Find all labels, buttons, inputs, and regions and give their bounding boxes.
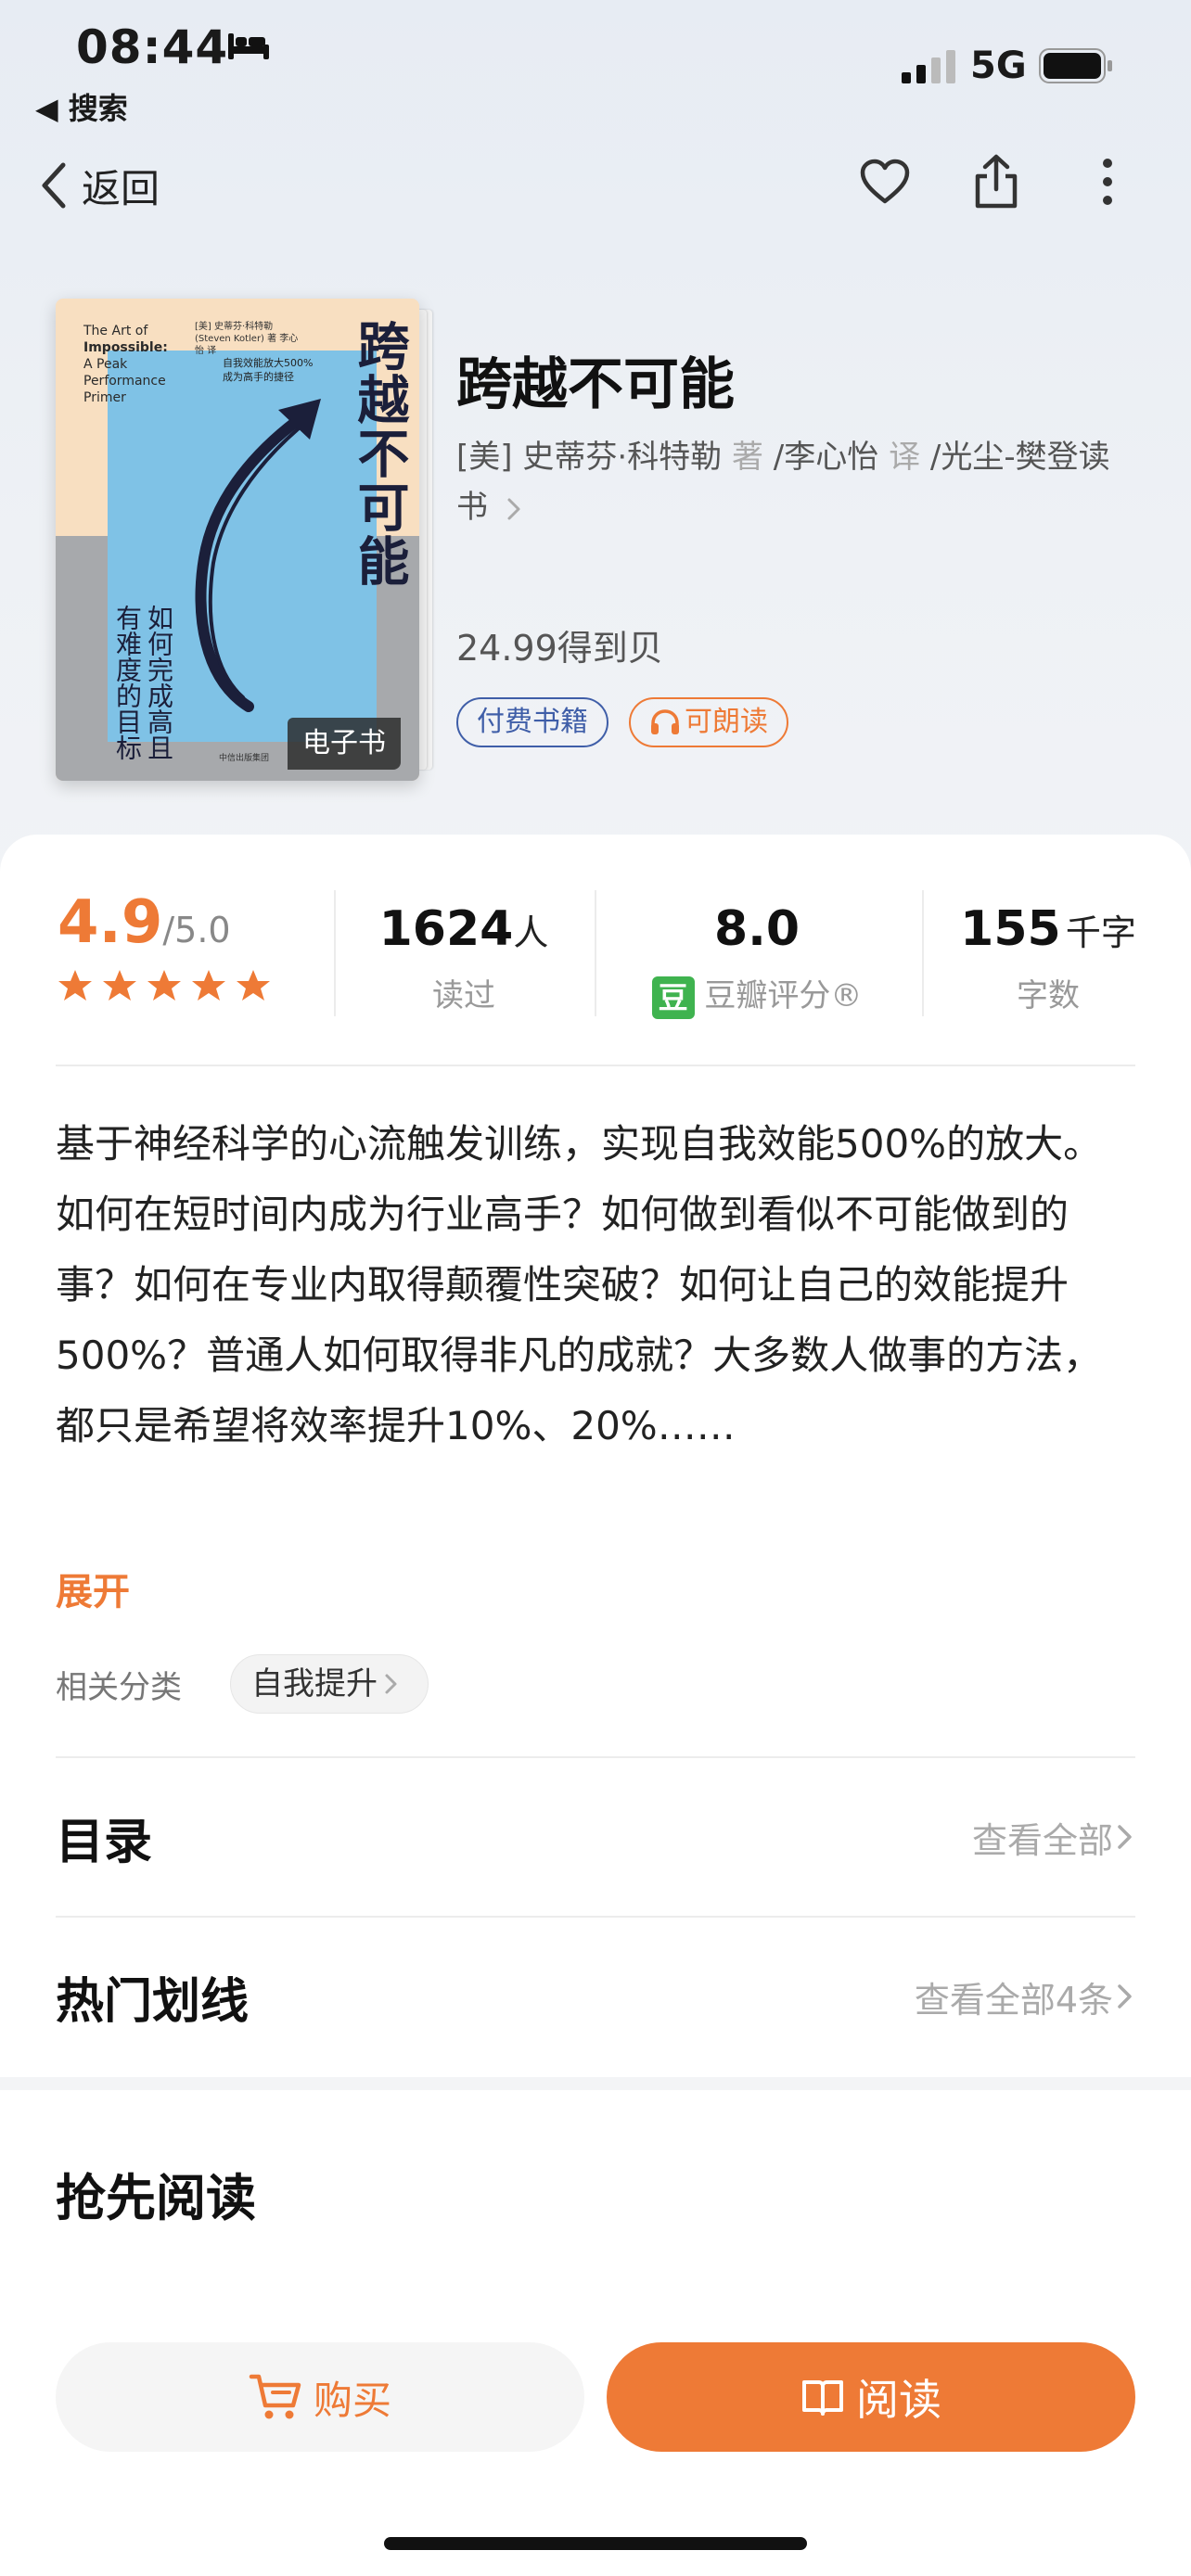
back-label: 返回 — [82, 165, 160, 211]
highlights-view-all-label: 查看全部4条 — [914, 1979, 1113, 2021]
author-role: 著 — [731, 439, 763, 476]
buy-label: 购买 — [313, 2377, 391, 2423]
douban-stat[interactable]: 8.0 豆 豆瓣评分® — [627, 888, 887, 1019]
open-book-icon — [802, 2380, 843, 2416]
word-unit: 千字 — [1065, 912, 1136, 953]
back-button[interactable]: 返回 — [37, 156, 160, 215]
network-type: 5G — [970, 45, 1027, 87]
words-label: 字数 — [1017, 977, 1080, 1014]
author-line[interactable]: [美] 史蒂芬·科特勒 著 /李心怡 译 /光尘-樊登读书 — [456, 432, 1133, 532]
description-line: 如何在短时间内成为行业高手？如何做到看似不可能做到的事？如何在专业内取得颠覆性突… — [56, 1192, 1103, 1448]
chevron-left-icon — [42, 162, 66, 209]
more-button[interactable] — [1078, 152, 1137, 211]
book-description: 基于神经科学的心流触发训练，实现自我效能500%的放大。 如何在短时间内成为行业… — [56, 1109, 1135, 1461]
chevron-right-icon — [1118, 1984, 1132, 2009]
description-line: 基于神经科学的心流触发训练，实现自我效能500%的放大。 — [56, 1121, 1103, 1167]
cover-author-text: [美] 史蒂芬·科特勒 (Steven Kotler) 著 李心怡 译 — [195, 322, 299, 356]
more-icon — [1103, 159, 1112, 205]
douban-score: 8.0 — [713, 901, 800, 957]
translator-role: 译 — [889, 439, 921, 476]
status-bar: 08:44 ◀ 搜索 5G — [0, 0, 1191, 130]
preview-reading-title: 抢先阅读 — [56, 2169, 256, 2227]
read-button[interactable]: 阅读 — [607, 2342, 1135, 2452]
rating-max: /5.0 — [162, 910, 231, 950]
readers-count: 1624 — [378, 901, 514, 957]
readers-stat[interactable]: 1624人 读过 — [343, 888, 584, 1018]
book-title: 跨越不可能 — [456, 352, 735, 417]
douban-label: 豆瓣评分® — [704, 977, 863, 1014]
word-count: 155 — [960, 901, 1061, 957]
cover-subtitle: 如何完成高且有难度的目标 — [112, 605, 174, 760]
expand-description-button[interactable]: 展开 — [56, 1562, 130, 1615]
readers-unit: 人 — [513, 912, 549, 953]
read-aloud-label: 可朗读 — [685, 706, 768, 738]
cover-title: 跨越不可能 — [349, 319, 409, 588]
table-of-contents-row[interactable]: 目录 查看全部 — [56, 1758, 1135, 1916]
star-icon — [192, 970, 225, 1001]
paid-book-tag: 付费书籍 — [456, 697, 608, 747]
highlights-title: 热门划线 — [56, 1973, 250, 2030]
translator-name[interactable]: /李心怡 — [774, 439, 878, 476]
cover-art: The Art of Impossible: A Peak Performanc… — [56, 299, 419, 781]
star-icon — [58, 970, 92, 1001]
category-chip[interactable]: 自我提升 — [230, 1654, 429, 1714]
toc-title: 目录 — [56, 1814, 153, 1870]
cart-icon — [249, 2374, 301, 2419]
heart-icon — [860, 159, 910, 204]
share-button[interactable] — [967, 152, 1026, 211]
rating-value: 4.9 — [58, 888, 163, 957]
ebook-badge: 电子书 — [288, 718, 401, 770]
home-indicator[interactable] — [384, 2537, 807, 2550]
read-aloud-tag[interactable]: 可朗读 — [629, 697, 788, 747]
douban-logo-icon: 豆 — [651, 976, 695, 1019]
price-label: 24.99得到贝 — [456, 628, 663, 669]
sleep-focus-icon — [228, 33, 269, 59]
signal-icon — [902, 50, 955, 83]
rating-stat: 4.9/5.0 — [58, 888, 280, 1018]
star-icon — [147, 970, 181, 1001]
share-icon — [975, 154, 1018, 209]
star-icon — [103, 970, 136, 1001]
read-label: 阅读 — [856, 2375, 941, 2425]
highlights-view-all[interactable]: 查看全部4条 — [915, 1971, 1135, 2022]
chevron-right-icon — [385, 1674, 397, 1694]
favorite-button[interactable] — [855, 152, 915, 211]
section-gap — [0, 2077, 1191, 2090]
chevron-right-icon — [1118, 1825, 1132, 1849]
chevron-right-icon — [507, 498, 520, 519]
readers-label: 读过 — [432, 977, 495, 1014]
author-name[interactable]: [美] 史蒂芬·科特勒 — [456, 439, 722, 476]
headphones-icon — [651, 709, 679, 734]
back-to-search-link[interactable]: ◀ 搜索 — [35, 85, 128, 128]
buy-button[interactable]: 购买 — [56, 2342, 584, 2452]
rating-stars — [58, 968, 280, 1003]
douban-label-wrap: 豆 豆瓣评分® — [627, 970, 887, 1019]
divider — [595, 890, 596, 1016]
category-label: 相关分类 — [56, 1669, 182, 1706]
cover-publisher: 中信出版集团 — [219, 754, 270, 763]
divider — [922, 890, 924, 1016]
star-icon — [237, 970, 270, 1001]
words-stat: 155 千字 字数 — [937, 888, 1159, 1018]
cover-en-line: The Art of — [83, 324, 148, 338]
status-time: 08:44 — [76, 20, 229, 74]
book-cover[interactable]: The Art of Impossible: A Peak Performanc… — [56, 299, 432, 781]
divider — [56, 1065, 1135, 1066]
toc-view-all[interactable]: 查看全部 — [972, 1812, 1135, 1863]
toc-view-all-label: 查看全部 — [971, 1819, 1113, 1861]
cover-en-line: Impossible: — [83, 340, 168, 355]
category-chip-label: 自我提升 — [251, 1665, 378, 1702]
hot-highlights-row[interactable]: 热门划线 查看全部4条 — [56, 1918, 1135, 2075]
divider — [334, 890, 336, 1016]
battery-icon — [1039, 48, 1112, 83]
